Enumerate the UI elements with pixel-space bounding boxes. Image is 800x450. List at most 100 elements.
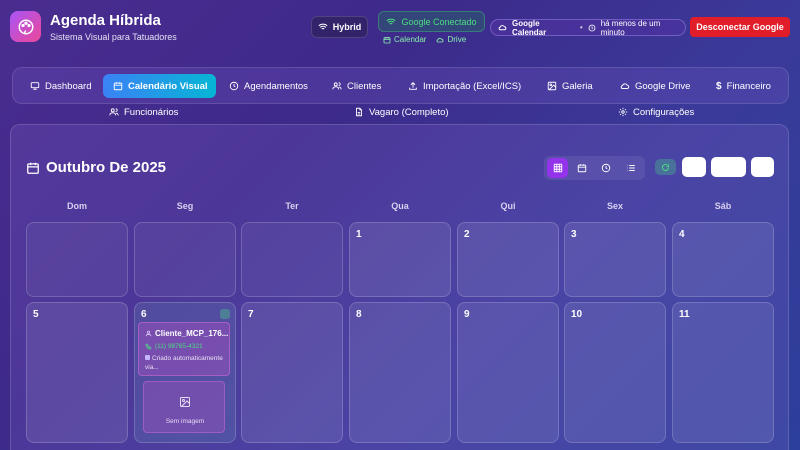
users-icon xyxy=(109,107,119,117)
weekday-header: Sex xyxy=(606,201,623,211)
cloud-icon xyxy=(620,81,630,91)
today-button[interactable] xyxy=(711,157,746,177)
last-sync-time: há menos de um minuto xyxy=(600,18,661,37)
month-title: Outubro De 2025 xyxy=(26,159,166,176)
nav-google-drive[interactable]: Google Drive xyxy=(614,74,696,98)
nav-label: Importação (Excel/ICS) xyxy=(423,80,522,92)
day-number: 1 xyxy=(356,229,362,240)
list-icon xyxy=(626,163,636,173)
day-cell[interactable]: 9 xyxy=(457,302,559,443)
nav-label: Clientes xyxy=(347,80,382,92)
day-cell[interactable]: 11 xyxy=(672,302,774,443)
nav-label: Dashboard xyxy=(45,80,92,92)
day-cell[interactable]: 5 xyxy=(26,302,128,443)
phone-number: (11) 98765-4321 xyxy=(155,343,203,350)
day-cell-empty xyxy=(26,222,128,297)
nav-dashboard[interactable]: Dashboard xyxy=(24,74,97,98)
user-icon xyxy=(145,330,152,337)
nav-galeria[interactable]: Galeria xyxy=(541,74,599,98)
day-number: 4 xyxy=(679,229,685,240)
appointment-card[interactable]: Cliente_MCP_176... (11) 98765-4321 Criad… xyxy=(138,322,230,376)
day-number: 8 xyxy=(356,309,362,320)
month-view-button[interactable] xyxy=(547,158,568,178)
weekday-header: Qui xyxy=(500,201,516,211)
event-note: Criado automaticamente via... xyxy=(145,354,225,372)
nav-funcionarios[interactable]: Funcionários xyxy=(109,104,178,120)
cloud-icon xyxy=(436,36,444,44)
view-switcher xyxy=(544,156,645,180)
nav-clientes[interactable]: Clientes xyxy=(326,74,387,98)
separator-dot: • xyxy=(579,23,583,32)
week-view-button[interactable] xyxy=(571,158,592,178)
month-title-text: Outubro De 2025 xyxy=(46,159,167,176)
upload-icon xyxy=(408,81,418,91)
day-view-button[interactable] xyxy=(595,158,616,178)
phone-icon xyxy=(145,343,152,350)
weekday-header: Sáb xyxy=(714,201,732,211)
day-cell[interactable]: 1 xyxy=(349,222,451,297)
day-number: 9 xyxy=(464,309,470,320)
day-cell[interactable]: 4 xyxy=(672,222,774,297)
drive-link-label: Drive xyxy=(447,35,467,44)
gcal-label: Google Calendar xyxy=(512,18,547,37)
clock-icon xyxy=(229,81,239,91)
calendar-icon xyxy=(26,161,40,175)
day-number: 11 xyxy=(679,309,690,320)
nav-calendario-visual[interactable]: Calendário Visual xyxy=(103,74,216,98)
next-month-button[interactable] xyxy=(751,157,774,177)
calendar-link[interactable]: Calendar xyxy=(383,35,426,44)
prev-month-button[interactable] xyxy=(682,157,706,177)
disconnect-google-button[interactable]: Desconectar Google xyxy=(690,17,790,37)
weekday-header: Qua xyxy=(391,201,409,211)
calendar-icon xyxy=(383,36,391,44)
weekday-header: Seg xyxy=(176,201,194,211)
main-nav: Dashboard Calendário Visual Agendamentos… xyxy=(12,67,789,104)
google-status-label: Google Conectado xyxy=(401,16,477,27)
google-services: Calendar Drive xyxy=(383,35,466,44)
day-cell[interactable]: 2 xyxy=(457,222,559,297)
calendar-icon xyxy=(113,81,123,91)
weekday-header: Ter xyxy=(285,201,299,211)
hybrid-mode-badge[interactable]: Hybrid xyxy=(311,16,368,38)
day-cell[interactable]: 8 xyxy=(349,302,451,443)
nav-vagaro[interactable]: Vagaro (Completo) xyxy=(354,104,449,120)
nav-importacao[interactable]: Importação (Excel/ICS) xyxy=(402,74,527,98)
list-view-button[interactable] xyxy=(620,158,641,178)
nav-label: Google Drive xyxy=(635,80,691,92)
clock-icon xyxy=(588,24,596,32)
client-name: Cliente_MCP_176... xyxy=(155,329,229,338)
cloud-icon xyxy=(498,23,507,32)
event-phone: (11) 98765-4321 xyxy=(145,343,203,350)
day-number: 6 xyxy=(141,309,147,320)
day-number: 10 xyxy=(571,309,583,320)
day-cell[interactable]: 7 xyxy=(241,302,343,443)
note-icon xyxy=(145,355,150,360)
hybrid-label: Hybrid xyxy=(332,22,362,32)
weekday-header: Dom xyxy=(67,201,87,211)
nav-financeiro[interactable]: $ Financeiro xyxy=(710,74,777,98)
nav-label: Galeria xyxy=(562,80,593,92)
gear-icon xyxy=(618,107,628,117)
app-title: Agenda Híbrida xyxy=(50,12,161,29)
sync-button[interactable] xyxy=(655,159,676,175)
calendar-link-label: Calendar xyxy=(394,35,427,44)
drive-link[interactable]: Drive xyxy=(436,35,466,44)
clock-icon xyxy=(601,163,611,173)
nav-agendamentos[interactable]: Agendamentos xyxy=(223,74,314,98)
image-icon xyxy=(179,396,191,408)
day-cell-empty xyxy=(134,222,236,297)
day-cell[interactable]: 3 xyxy=(564,222,666,297)
day-cell[interactable]: 10 xyxy=(564,302,666,443)
day-number: 5 xyxy=(33,309,39,320)
nav-label: Vagaro (Completo) xyxy=(369,106,449,118)
day-number: 3 xyxy=(571,229,577,240)
synced-badge-icon xyxy=(220,309,230,319)
google-calendar-sync-status[interactable]: Google Calendar • há menos de um minuto xyxy=(490,18,686,37)
nav-configuracoes[interactable]: Configurações xyxy=(618,104,694,120)
file-icon xyxy=(354,107,364,117)
app-header: Agenda Híbrida Sistema Visual para Tatua… xyxy=(0,0,800,58)
event-client: Cliente_MCP_176... xyxy=(145,329,228,338)
wifi-icon xyxy=(318,22,328,32)
nav-label: Financeiro xyxy=(726,80,771,92)
day-cell-empty xyxy=(241,222,343,297)
